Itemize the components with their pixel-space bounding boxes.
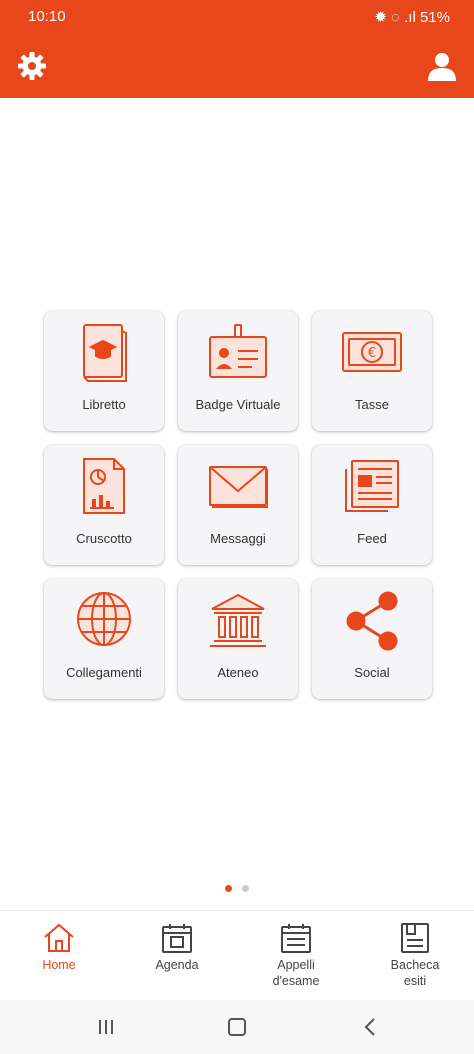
tile-feed[interactable]: Feed: [312, 445, 432, 565]
page-dot-active[interactable]: [225, 885, 232, 892]
euro-banknote-icon: €: [342, 332, 402, 372]
nav-home[interactable]: Home: [0, 911, 118, 1001]
share-icon: [346, 591, 398, 651]
page-dot-inactive[interactable]: [242, 885, 249, 892]
status-bar: 10:10 ✹ ◌ .ıl 51%: [0, 0, 474, 34]
nav-bacheca-esiti[interactable]: Bacheca esiti: [356, 911, 474, 1001]
tile-label: Social: [354, 665, 390, 680]
calendar-icon: [162, 924, 192, 953]
tile-tasse[interactable]: € Tasse: [312, 311, 432, 431]
profile-button[interactable]: [424, 48, 460, 84]
tile-collegamenti[interactable]: Collegamenti: [44, 579, 164, 699]
page-indicator: [0, 885, 474, 895]
dashboard-document-icon: [83, 458, 125, 514]
back-button[interactable]: [357, 1014, 383, 1040]
status-time: 10:10: [28, 8, 66, 25]
university-building-icon: [210, 593, 266, 647]
newspaper-icon: [345, 460, 399, 512]
tile-label: Cruscotto: [76, 531, 132, 546]
tile-messaggi[interactable]: Messaggi: [178, 445, 298, 565]
nav-appelli-esame[interactable]: Appelli d'esame: [237, 911, 355, 1001]
system-home-button[interactable]: [224, 1014, 250, 1040]
tile-label: Tasse: [355, 397, 389, 412]
bottom-navigation: Home Agenda Appelli d'esame Bacheca esit…: [0, 910, 474, 1000]
tile-badge-virtuale[interactable]: Badge Virtuale: [178, 311, 298, 431]
feature-grid: Libretto Badge Virtuale € Tasse Cruscott…: [44, 311, 432, 699]
tile-label: Feed: [357, 531, 387, 546]
envelope-icon: [209, 466, 268, 508]
tile-social[interactable]: Social: [312, 579, 432, 699]
tile-label: Messaggi: [210, 531, 266, 546]
home-icon: [44, 923, 74, 952]
nav-label: Appelli d'esame: [272, 958, 320, 988]
svg-text:€: €: [368, 346, 376, 361]
system-navigation-bar: [0, 1000, 474, 1054]
board-results-icon: [401, 923, 429, 953]
back-chevron-icon: [364, 1018, 375, 1036]
tile-label: Badge Virtuale: [195, 397, 281, 412]
gear-icon: [18, 52, 46, 80]
globe-icon: [77, 592, 131, 646]
home-square-icon: [228, 1018, 246, 1036]
nav-agenda[interactable]: Agenda: [118, 911, 236, 1001]
book-graduation-cap-icon: [83, 324, 127, 382]
tile-cruscotto[interactable]: Cruscotto: [44, 445, 164, 565]
recents-icon: [99, 1020, 113, 1034]
tile-label: Ateneo: [217, 665, 259, 680]
app-header: 10:10 ✹ ◌ .ıl 51%: [0, 0, 474, 98]
settings-button[interactable]: [14, 48, 50, 84]
nav-label: Home: [42, 958, 76, 972]
status-indicators: ✹ ◌ .ıl 51%: [374, 9, 450, 26]
nav-label: Agenda: [155, 958, 199, 972]
tile-label: Collegamenti: [66, 665, 142, 680]
user-icon: [428, 53, 456, 81]
tile-label: Libretto: [82, 397, 126, 412]
nav-label: Bacheca esiti: [390, 958, 440, 988]
calendar-exam-icon: [281, 924, 311, 953]
id-badge-icon: [209, 324, 267, 378]
tile-ateneo[interactable]: Ateneo: [178, 579, 298, 699]
tile-libretto[interactable]: Libretto: [44, 311, 164, 431]
recents-button[interactable]: [93, 1014, 119, 1040]
